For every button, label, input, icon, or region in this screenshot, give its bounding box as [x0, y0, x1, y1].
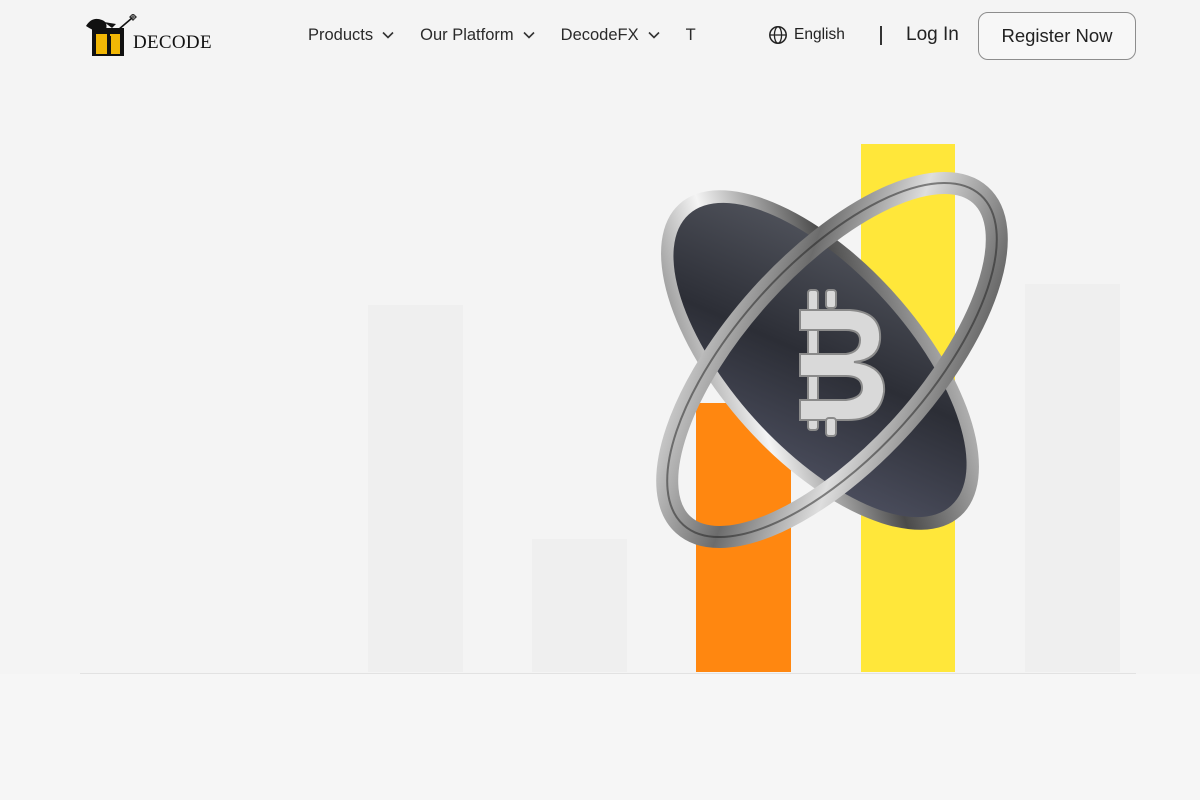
nav-item-our-platform[interactable]: Our Platform	[420, 24, 535, 46]
chevron-down-icon	[382, 31, 394, 39]
site-header: DECODE Products Our Platform DecodeFX T …	[0, 0, 1200, 72]
nav-item-products[interactable]: Products	[308, 24, 394, 46]
bar-2	[532, 539, 627, 672]
nav-item-label: T	[685, 25, 696, 44]
register-button[interactable]: Register Now	[978, 12, 1136, 60]
below-hero-area	[0, 674, 1200, 800]
nav-item-label: Products	[308, 25, 374, 44]
nav-item-label: DecodeFX	[560, 25, 639, 44]
chevron-down-icon	[648, 31, 660, 39]
nav-item-truncated[interactable]: T	[686, 24, 696, 46]
header-divider	[880, 26, 882, 45]
logo-text: DECODE	[133, 32, 212, 53]
login-link[interactable]: Log In	[906, 24, 959, 46]
logo[interactable]: DECODE	[82, 14, 222, 58]
coin-with-rings-illustration	[656, 171, 1008, 549]
bar-1	[368, 305, 463, 672]
nav-item-label: Our Platform	[420, 25, 514, 44]
nav-item-decodefx[interactable]: DecodeFX	[561, 24, 660, 46]
language-selector[interactable]: English	[768, 25, 845, 45]
chevron-down-icon	[523, 31, 535, 39]
globe-icon	[769, 26, 787, 44]
language-label: English	[794, 26, 845, 43]
main-nav: Products Our Platform DecodeFX T	[308, 24, 734, 46]
